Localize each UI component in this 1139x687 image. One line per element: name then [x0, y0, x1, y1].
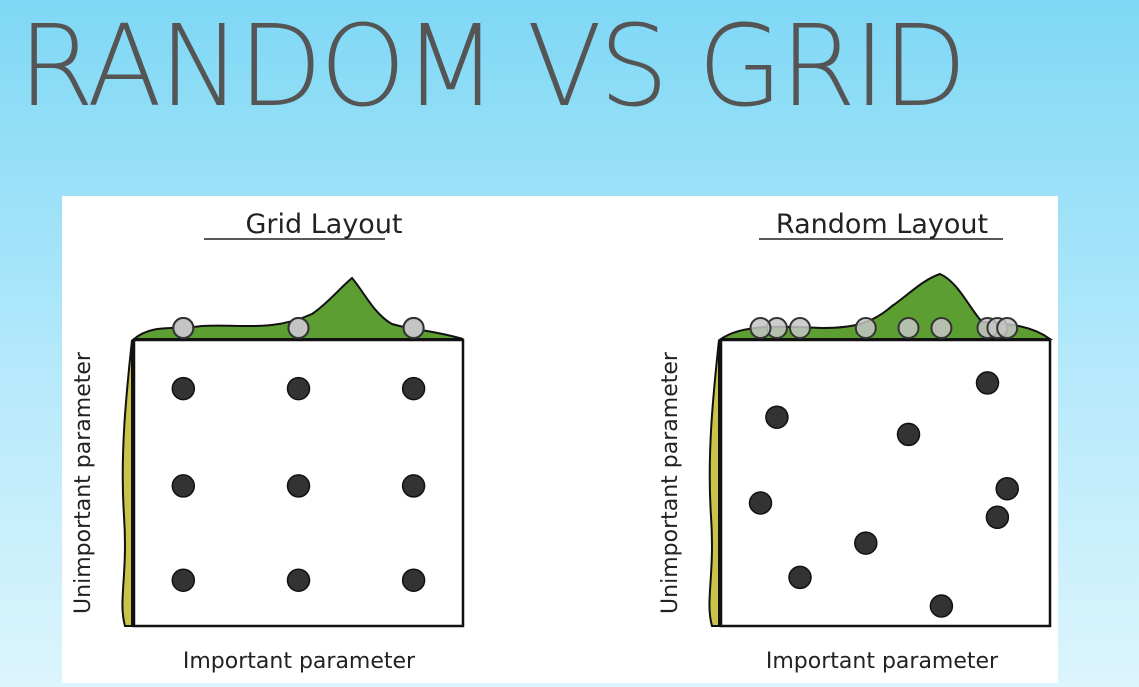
random-projection-point	[854, 317, 877, 339]
random-unimportant-density	[708, 339, 720, 627]
grid-layout-title: Grid Layout	[245, 209, 402, 240]
grid-sample-point	[286, 376, 311, 401]
random-ylabel: Unimportant parameter	[658, 351, 683, 614]
grid-sample-point	[286, 474, 311, 498]
random-layout-panel: Random Layout Important parameter Unimpo…	[658, 209, 1054, 674]
grid-ylabel: Unimportant parameter	[71, 351, 96, 614]
grid-layout-panel: Grid Layout Important parameter Unimport…	[71, 209, 465, 674]
grid-sample-point	[401, 474, 426, 498]
grid-unimportant-density	[121, 339, 133, 627]
grid-xlabel: Important parameter	[183, 649, 416, 674]
random-projection-point	[930, 317, 953, 339]
random-xlabel: Important parameter	[766, 649, 999, 674]
figure-panel: Grid Layout Important parameter Unimport…	[62, 196, 1058, 683]
random-projection-point	[996, 317, 1019, 339]
grid-sample-point	[401, 568, 426, 592]
random-sample-point	[765, 405, 789, 429]
grid-sample-point	[286, 568, 311, 592]
random-sample-point	[995, 476, 1019, 501]
random-sample-point	[929, 594, 954, 618]
random-projection-point	[749, 317, 772, 339]
grid-projection-point	[172, 317, 195, 339]
random-projection-point	[897, 317, 920, 339]
random-sample-point	[788, 565, 812, 590]
random-sample-point	[748, 491, 773, 515]
random-projection-point	[789, 317, 811, 339]
grid-projection-point	[402, 317, 425, 339]
grid-sample-point	[171, 568, 196, 592]
random-sample-point	[975, 371, 1000, 395]
grid-sample-point	[171, 474, 196, 498]
grid-sample-point	[401, 376, 426, 401]
grid-projection-point	[287, 317, 310, 339]
layout-comparison-figure: Grid Layout Important parameter Unimport…	[71, 209, 1054, 674]
random-layout-title: Random Layout	[776, 209, 988, 240]
random-sample-point	[896, 422, 921, 447]
slide-title: RANDOM VS GRID	[18, 2, 967, 132]
random-sample-point	[854, 531, 878, 555]
random-sample-point	[985, 505, 1010, 530]
grid-sample-point	[171, 376, 196, 401]
